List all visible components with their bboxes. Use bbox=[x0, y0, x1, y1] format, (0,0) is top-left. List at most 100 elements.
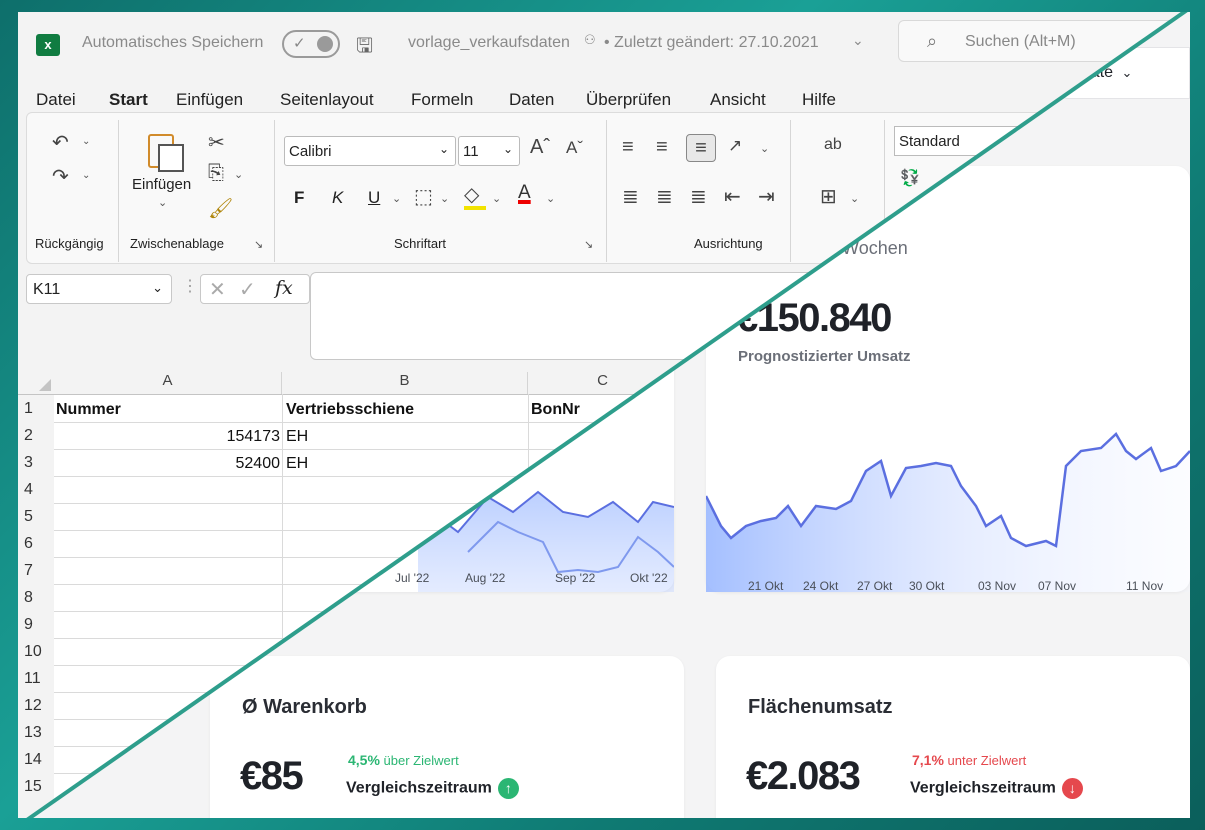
copy-icon[interactable]: ⎘ bbox=[208, 162, 224, 185]
format-painter-icon[interactable]: 🖌 bbox=[208, 196, 233, 221]
decrease-indent-icon[interactable]: ⇤ bbox=[724, 184, 741, 209]
shrink-font-icon[interactable]: Aˇ bbox=[566, 138, 583, 158]
currency-format-icon[interactable]: 💱 bbox=[900, 168, 920, 188]
chevron-down-icon[interactable]: ⌄ bbox=[852, 32, 864, 49]
chevron-down-icon[interactable]: ⌄ bbox=[850, 192, 859, 205]
align-middle-icon[interactable]: ≡ bbox=[656, 136, 668, 159]
row-header[interactable]: 12 bbox=[18, 697, 54, 715]
redo-icon[interactable]: ↷ bbox=[52, 164, 69, 189]
menu-seitenlayout[interactable]: Seitenlayout bbox=[280, 90, 374, 110]
menu-daten[interactable]: Daten bbox=[509, 90, 554, 110]
arrow-up-icon: ↑ bbox=[497, 778, 519, 799]
row-header[interactable]: 2 bbox=[18, 427, 54, 445]
column-header-a[interactable]: A bbox=[54, 372, 282, 394]
column-header-b[interactable]: B bbox=[282, 372, 528, 394]
align-group-label: Ausrichtung bbox=[694, 236, 763, 251]
row-header[interactable]: 5 bbox=[18, 508, 54, 526]
bold-button[interactable]: F bbox=[294, 188, 304, 208]
wrap-text-icon[interactable]: ab bbox=[824, 136, 842, 154]
more-options-icon[interactable]: ⋮ bbox=[182, 276, 198, 296]
menu-ansicht[interactable]: Ansicht bbox=[710, 90, 766, 110]
enter-icon[interactable]: ✓ bbox=[239, 277, 256, 302]
chevron-down-icon[interactable]: ⌄ bbox=[492, 192, 501, 205]
menu-datei[interactable]: Datei bbox=[36, 90, 76, 110]
paste-icon[interactable] bbox=[148, 130, 184, 172]
chevron-down-icon[interactable]: ⌄ bbox=[234, 168, 243, 181]
font-color-icon[interactable]: A bbox=[518, 182, 531, 204]
font-name-value: Calibri bbox=[289, 143, 332, 160]
menu-hilfe[interactable]: Hilfe bbox=[802, 90, 836, 110]
left-chart-tick: Okt '22 bbox=[630, 571, 668, 585]
row-header[interactable]: 7 bbox=[18, 562, 54, 580]
row-header[interactable]: 15 bbox=[18, 778, 54, 796]
cell-c1[interactable]: BonNr bbox=[531, 396, 580, 423]
menu-ueberpruefen[interactable]: Überprüfen bbox=[586, 90, 671, 110]
chevron-down-icon[interactable]: ⌄ bbox=[82, 136, 90, 147]
cell-a3[interactable]: 52400 bbox=[54, 450, 281, 477]
align-left-icon[interactable]: ≣ bbox=[622, 184, 639, 209]
menu-formeln[interactable]: Formeln bbox=[411, 90, 473, 110]
cell-b1[interactable]: Vertriebsschiene bbox=[286, 396, 414, 423]
font-size-select[interactable]: 11 ⌄ bbox=[458, 136, 520, 166]
cell-a1[interactable]: Nummer bbox=[56, 396, 121, 423]
row-header[interactable]: 14 bbox=[18, 751, 54, 769]
menu-start[interactable]: Start bbox=[109, 90, 148, 110]
align-top-icon[interactable]: ≡ bbox=[622, 136, 634, 159]
align-bottom-icon[interactable]: ≡ bbox=[686, 134, 716, 162]
row-header[interactable]: 1 bbox=[18, 400, 54, 418]
row-header[interactable]: 10 bbox=[18, 643, 54, 661]
cell-b2[interactable]: EH bbox=[286, 423, 308, 450]
row-header[interactable]: 6 bbox=[18, 535, 54, 553]
underline-button[interactable]: U bbox=[368, 188, 380, 208]
chevron-down-icon[interactable]: ⌄ bbox=[546, 192, 555, 205]
chevron-down-icon[interactable]: ⌄ bbox=[392, 192, 401, 205]
chevron-down-icon[interactable]: ⌄ bbox=[760, 142, 769, 155]
align-center-icon[interactable]: ≣ bbox=[656, 184, 673, 209]
orientation-icon[interactable]: ↗ bbox=[728, 136, 742, 156]
search-icon: ⌕ bbox=[927, 31, 938, 51]
basket-compare-label: Vergleichszeitraum bbox=[346, 779, 492, 797]
increase-indent-icon[interactable]: ⇥ bbox=[758, 184, 775, 209]
row-header[interactable]: 9 bbox=[18, 616, 54, 634]
area-sales-title: Flächenumsatz bbox=[748, 696, 893, 718]
undo-icon[interactable]: ↶ bbox=[52, 130, 69, 155]
italic-button[interactable]: K bbox=[332, 188, 343, 208]
grow-font-icon[interactable]: Aˆ bbox=[530, 136, 550, 159]
borders-icon[interactable]: ⬚ bbox=[414, 184, 433, 209]
chevron-down-icon[interactable]: ⌄ bbox=[158, 196, 167, 209]
save-icon[interactable]: 🖫 bbox=[356, 31, 373, 65]
chevron-down-icon[interactable]: ⌄ bbox=[440, 192, 449, 205]
autosave-toggle[interactable]: ✓ bbox=[282, 30, 340, 58]
share-icon[interactable]: ⚇ bbox=[584, 32, 596, 48]
merge-center-icon[interactable]: ⊞ bbox=[820, 184, 837, 209]
menu-einfuegen[interactable]: Einfügen bbox=[176, 90, 243, 110]
area-sales-delta-text: unter Zielwert bbox=[947, 753, 1027, 768]
row-header[interactable]: 13 bbox=[18, 724, 54, 742]
basket-compare: Vergleichszeitraum ↑ bbox=[346, 778, 519, 799]
row-header[interactable]: 11 bbox=[18, 670, 54, 688]
left-chart-tick: Sep '22 bbox=[555, 571, 596, 585]
left-chart-tick: Jul '22 bbox=[395, 571, 430, 585]
chevron-down-icon[interactable]: ⌄ bbox=[82, 170, 90, 181]
row-header[interactable]: 3 bbox=[18, 454, 54, 472]
row-header[interactable]: 8 bbox=[18, 589, 54, 607]
forecast-tick: 07 Nov bbox=[1038, 579, 1076, 592]
row-header[interactable]: 4 bbox=[18, 481, 54, 499]
cell-b3[interactable]: EH bbox=[286, 450, 308, 477]
basket-delta: 4,5% über Zielwert bbox=[348, 752, 459, 768]
font-name-select[interactable]: Calibri ⌄ bbox=[284, 136, 456, 166]
cell-a2[interactable]: 154173 bbox=[54, 423, 280, 450]
dialog-launcher-icon[interactable]: ↘ bbox=[254, 238, 263, 251]
function-icon[interactable]: fx bbox=[275, 277, 293, 299]
forecast-tick: 03 Nov bbox=[978, 579, 1016, 592]
select-all-corner[interactable] bbox=[18, 372, 54, 394]
forecast-area bbox=[706, 434, 1190, 592]
name-box[interactable]: K11 ⌄ bbox=[26, 274, 172, 304]
align-right-icon[interactable]: ≣ bbox=[690, 184, 707, 209]
paste-label[interactable]: Einfügen bbox=[132, 176, 191, 193]
dialog-launcher-icon[interactable]: ↘ bbox=[584, 238, 593, 251]
cut-icon[interactable]: ✂ bbox=[208, 130, 225, 155]
cancel-icon[interactable]: ✕ bbox=[209, 277, 226, 302]
basket-title: Ø Warenkorb bbox=[242, 696, 367, 718]
fill-color-icon[interactable]: ◇ bbox=[464, 182, 479, 207]
